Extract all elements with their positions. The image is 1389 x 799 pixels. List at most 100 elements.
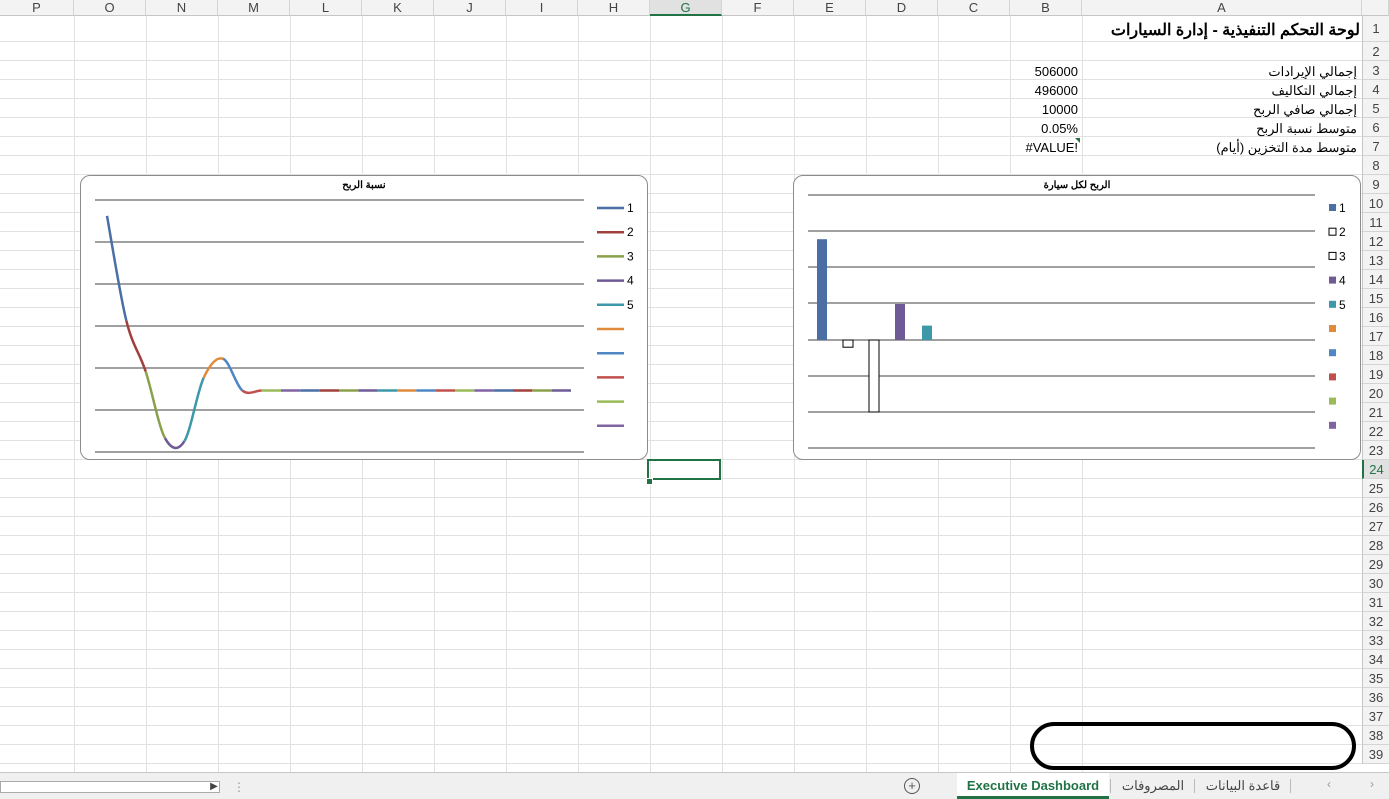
column-header[interactable]: J bbox=[434, 0, 506, 16]
kpi-value-net-profit[interactable]: 10000 bbox=[1042, 102, 1078, 117]
chevron-right-icon[interactable]: › bbox=[1370, 777, 1374, 791]
tab-executive-dashboard[interactable]: Executive Dashboard bbox=[957, 773, 1109, 799]
row-header[interactable]: 25 bbox=[1362, 479, 1389, 498]
legend-label: 5 bbox=[627, 298, 634, 312]
tab-separator bbox=[1110, 779, 1111, 793]
kpi-value-revenue[interactable]: 506000 bbox=[1035, 64, 1078, 79]
kpi-label-avg-storage-days[interactable]: متوسط مدة التخزين (أيام) bbox=[1216, 140, 1357, 156]
tab-separator bbox=[1290, 779, 1291, 793]
column-header[interactable]: M bbox=[218, 0, 290, 16]
row-header[interactable]: 2 bbox=[1362, 42, 1389, 61]
scroll-splitter-handle[interactable]: ⋮ bbox=[233, 780, 245, 794]
column-header[interactable]: C bbox=[938, 0, 1010, 16]
row-header[interactable]: 3 bbox=[1362, 61, 1389, 80]
row-header[interactable]: 14 bbox=[1362, 270, 1389, 289]
column-header[interactable]: N bbox=[146, 0, 218, 16]
column-header[interactable]: I bbox=[506, 0, 578, 16]
row-header[interactable]: 18 bbox=[1362, 346, 1389, 365]
selected-cell[interactable] bbox=[647, 459, 721, 480]
row-header[interactable]: 16 bbox=[1362, 308, 1389, 327]
select-all-corner[interactable] bbox=[1362, 0, 1389, 16]
row-header[interactable]: 13 bbox=[1362, 251, 1389, 270]
kpi-value-avg-storage-days[interactable]: #VALUE! bbox=[1025, 140, 1078, 155]
column-header[interactable]: P bbox=[0, 0, 74, 16]
chevron-right-icon[interactable]: ▶ bbox=[207, 780, 221, 794]
tab-database[interactable]: قاعدة البيانات bbox=[1196, 773, 1290, 799]
legend-swatch bbox=[1329, 276, 1336, 284]
column-header[interactable]: O bbox=[74, 0, 146, 16]
kpi-label-avg-margin[interactable]: متوسط نسبة الربح bbox=[1256, 121, 1357, 137]
row-header[interactable]: 20 bbox=[1362, 384, 1389, 403]
line-chart-plot: 1 2 3 4 5 bbox=[95, 199, 634, 453]
row-header[interactable]: 19 bbox=[1362, 365, 1389, 384]
row-header[interactable]: 12 bbox=[1362, 232, 1389, 251]
fill-handle[interactable] bbox=[646, 478, 653, 485]
row-header[interactable]: 34 bbox=[1362, 650, 1389, 669]
line-segment bbox=[183, 377, 205, 442]
row-header[interactable]: 37 bbox=[1362, 707, 1389, 726]
kpi-label-net-profit[interactable]: إجمالي صافي الربح bbox=[1253, 102, 1357, 118]
row-header[interactable]: 11 bbox=[1362, 213, 1389, 232]
row-header[interactable]: 39 bbox=[1362, 745, 1389, 764]
row-header[interactable]: 8 bbox=[1362, 156, 1389, 175]
row-header[interactable]: 32 bbox=[1362, 612, 1389, 631]
legend-label: 4 bbox=[627, 274, 634, 288]
row-header[interactable]: 33 bbox=[1362, 631, 1389, 650]
row-header[interactable]: 9 bbox=[1362, 175, 1389, 194]
row-header[interactable]: 27 bbox=[1362, 517, 1389, 536]
chevron-left-icon[interactable]: ‹ bbox=[1327, 777, 1331, 791]
row-header[interactable]: 1 bbox=[1362, 16, 1389, 42]
horizontal-scrollbar[interactable] bbox=[0, 781, 220, 793]
legend-label: 2 bbox=[627, 225, 634, 239]
row-header[interactable]: 21 bbox=[1362, 403, 1389, 422]
kpi-label-costs[interactable]: إجمالي التكاليف bbox=[1271, 83, 1357, 99]
row-header[interactable]: 6 bbox=[1362, 118, 1389, 137]
row-header[interactable]: 30 bbox=[1362, 574, 1389, 593]
error-indicator-icon[interactable] bbox=[1075, 138, 1080, 143]
kpi-value-costs[interactable]: 496000 bbox=[1035, 83, 1078, 98]
row-header[interactable]: 26 bbox=[1362, 498, 1389, 517]
column-header[interactable]: H bbox=[578, 0, 650, 16]
plus-circle-icon[interactable]: + bbox=[904, 778, 920, 794]
dashboard-title[interactable]: لوحة التحكم التنفيذية - إدارة السيارات bbox=[1111, 20, 1360, 40]
line-segment bbox=[125, 320, 147, 372]
column-header[interactable]: G bbox=[650, 0, 722, 16]
column-header[interactable]: F bbox=[722, 0, 794, 16]
bar bbox=[868, 339, 880, 413]
row-header[interactable]: 7 bbox=[1362, 137, 1389, 156]
row-header[interactable]: 15 bbox=[1362, 289, 1389, 308]
row-header[interactable]: 31 bbox=[1362, 593, 1389, 612]
column-header[interactable]: K bbox=[362, 0, 434, 16]
legend-swatch bbox=[1329, 397, 1336, 405]
row-header[interactable]: 22 bbox=[1362, 422, 1389, 441]
worksheet-grid[interactable]: ABCDEFGHIJKLMNOP 1 2 3 4 5 6 7 8 9 10 11 12 13 14 15 16… bbox=[0, 0, 1389, 772]
row-header[interactable]: 28 bbox=[1362, 536, 1389, 555]
row-header[interactable]: 35 bbox=[1362, 669, 1389, 688]
row-header[interactable]: 5 bbox=[1362, 99, 1389, 118]
row-header[interactable]: 4 bbox=[1362, 80, 1389, 99]
tab-expenses[interactable]: المصروفات bbox=[1112, 773, 1194, 799]
legend-label: 3 bbox=[1339, 249, 1346, 263]
profit-per-car-chart[interactable]: الربح لكل سيارة 12345 bbox=[793, 175, 1361, 460]
line-segment bbox=[241, 389, 262, 395]
legend-swatch bbox=[1329, 349, 1336, 357]
column-header[interactable]: L bbox=[290, 0, 362, 16]
profit-ratio-chart[interactable]: نسبة الربح 12345 bbox=[80, 175, 648, 460]
legend-label: 1 bbox=[627, 201, 634, 215]
column-header[interactable]: E bbox=[794, 0, 866, 16]
bar-chart-plot: 1 2 3 4 5 bbox=[808, 194, 1346, 449]
column-header[interactable]: A bbox=[1082, 0, 1362, 16]
legend-label: 5 bbox=[1339, 298, 1346, 312]
row-header[interactable]: 23 bbox=[1362, 441, 1389, 460]
column-header[interactable]: B bbox=[1010, 0, 1082, 16]
column-header[interactable]: D bbox=[866, 0, 938, 16]
legend-label: 4 bbox=[1339, 274, 1346, 288]
row-header[interactable]: 38 bbox=[1362, 726, 1389, 745]
kpi-value-avg-margin[interactable]: 0.05% bbox=[1041, 121, 1078, 136]
kpi-label-revenue[interactable]: إجمالي الإيرادات bbox=[1268, 64, 1357, 80]
row-header[interactable]: 17 bbox=[1362, 327, 1389, 346]
row-header[interactable]: 29 bbox=[1362, 555, 1389, 574]
row-header[interactable]: 24 bbox=[1362, 460, 1389, 479]
row-header[interactable]: 10 bbox=[1362, 194, 1389, 213]
row-header[interactable]: 36 bbox=[1362, 688, 1389, 707]
